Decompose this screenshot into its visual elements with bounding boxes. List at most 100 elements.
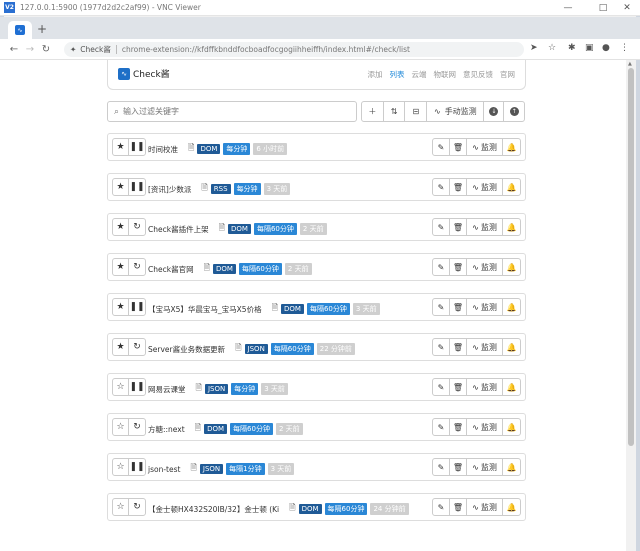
maximize-button[interactable]: □: [592, 0, 614, 16]
item-name[interactable]: Check酱插件上架: [148, 224, 209, 235]
pause-icon[interactable]: ❚❚: [129, 139, 145, 155]
monitor-button[interactable]: ∿ 监测: [467, 339, 503, 355]
monitor-button[interactable]: ∿ 监测: [467, 139, 503, 155]
star-filled-icon[interactable]: ★: [113, 339, 129, 355]
edit-pencil-icon[interactable]: ✎: [433, 299, 450, 315]
star-filled-icon[interactable]: ★: [113, 299, 129, 315]
document-icon[interactable]: 🗎: [272, 302, 278, 316]
minimize-button[interactable]: —: [557, 0, 579, 16]
address-bar[interactable]: ✦ Check酱 chrome-extension://kfdffkbnddfo…: [64, 42, 524, 57]
star-outline-icon[interactable]: ☆: [113, 379, 129, 395]
edit-pencil-icon[interactable]: ✎: [433, 139, 450, 155]
close-button[interactable]: ✕: [616, 0, 638, 16]
trash-icon[interactable]: 🗑: [450, 419, 467, 435]
scrollbar[interactable]: ▲: [626, 60, 636, 551]
trash-icon[interactable]: 🗑: [450, 339, 467, 355]
star-outline-icon[interactable]: ☆: [113, 459, 129, 475]
back-arrow-icon[interactable]: ←: [6, 44, 22, 55]
edit-pencil-icon[interactable]: ✎: [433, 219, 450, 235]
nav-feedback[interactable]: 意见反馈: [463, 69, 493, 80]
item-name[interactable]: 【宝马X5】华晨宝马_宝马X5价格: [148, 304, 262, 315]
send-icon[interactable]: ➤: [530, 43, 538, 53]
sync-icon[interactable]: ↻: [129, 259, 145, 275]
monitor-button[interactable]: ∿ 监测: [467, 459, 503, 475]
trash-icon[interactable]: 🗑: [450, 499, 467, 515]
item-name[interactable]: 网易云课堂: [148, 384, 186, 395]
trash-icon[interactable]: 🗑: [450, 379, 467, 395]
search-input[interactable]: [123, 107, 344, 116]
extensions-icon[interactable]: ✱: [568, 43, 576, 53]
item-name[interactable]: 方糖::next: [148, 424, 185, 435]
sync-icon[interactable]: ↻: [129, 499, 145, 515]
bell-icon[interactable]: 🔔: [503, 179, 520, 195]
edit-pencil-icon[interactable]: ✎: [433, 259, 450, 275]
document-icon[interactable]: 🗎: [219, 222, 225, 236]
bell-icon[interactable]: 🔔: [503, 459, 520, 475]
nav-add[interactable]: 添加: [368, 69, 383, 80]
brand[interactable]: ∿ Check酱: [118, 67, 170, 80]
star-filled-icon[interactable]: ★: [113, 139, 129, 155]
edit-pencil-icon[interactable]: ✎: [433, 419, 450, 435]
bell-icon[interactable]: 🔔: [503, 379, 520, 395]
bell-icon[interactable]: 🔔: [503, 219, 520, 235]
bell-icon[interactable]: 🔔: [503, 339, 520, 355]
nav-cloud[interactable]: 云端: [412, 69, 427, 80]
monitor-button[interactable]: ∿ 监测: [467, 179, 503, 195]
star-filled-icon[interactable]: ★: [113, 219, 129, 235]
bookmark-star-icon[interactable]: ☆: [548, 43, 556, 53]
monitor-button[interactable]: ∿ 监测: [467, 379, 503, 395]
star-outline-icon[interactable]: ☆: [113, 419, 129, 435]
sync-icon[interactable]: ↻: [129, 219, 145, 235]
edit-pencil-icon[interactable]: ✎: [433, 499, 450, 515]
nav-website[interactable]: 官网: [500, 69, 515, 80]
item-name[interactable]: json-test: [148, 465, 180, 474]
menu-kebab-icon[interactable]: ⋮: [620, 43, 629, 53]
scrollbar-thumb[interactable]: [628, 68, 634, 446]
document-icon[interactable]: 🗎: [195, 422, 201, 436]
bell-icon[interactable]: 🔔: [503, 299, 520, 315]
pause-icon[interactable]: ❚❚: [129, 179, 145, 195]
star-outline-icon[interactable]: ☆: [113, 499, 129, 515]
trash-icon[interactable]: 🗑: [450, 459, 467, 475]
trash-icon[interactable]: 🗑: [450, 299, 467, 315]
sort-icon[interactable]: ⇅: [384, 102, 406, 121]
edit-pencil-icon[interactable]: ✎: [433, 379, 450, 395]
pause-icon[interactable]: ❚❚: [129, 379, 145, 395]
trash-icon[interactable]: 🗑: [450, 179, 467, 195]
monitor-button[interactable]: ∿ 监测: [467, 299, 503, 315]
bell-icon[interactable]: 🔔: [503, 139, 520, 155]
edit-pencil-icon[interactable]: ✎: [433, 459, 450, 475]
pause-icon[interactable]: ❚❚: [129, 459, 145, 475]
star-filled-icon[interactable]: ★: [113, 259, 129, 275]
bell-icon[interactable]: 🔔: [503, 259, 520, 275]
item-name[interactable]: 【金士顿HX432S20IB/32】金士顿 (Ki: [148, 504, 279, 515]
document-icon[interactable]: 🗎: [201, 182, 207, 196]
bell-icon[interactable]: 🔔: [503, 499, 520, 515]
scroll-up-arrow-icon[interactable]: ▲: [628, 61, 632, 67]
trash-icon[interactable]: 🗑: [450, 139, 467, 155]
sync-icon[interactable]: ↻: [129, 339, 145, 355]
trash-icon[interactable]: 🗑: [450, 219, 467, 235]
document-icon[interactable]: 🗎: [190, 462, 196, 476]
document-icon[interactable]: 🗎: [235, 342, 241, 356]
bell-icon[interactable]: 🔔: [503, 419, 520, 435]
document-icon[interactable]: 🗎: [204, 262, 210, 276]
pause-icon[interactable]: ❚❚: [129, 299, 145, 315]
manual-monitor-button[interactable]: ∿ 手动监测: [427, 102, 485, 121]
profile-avatar-icon[interactable]: ●: [602, 43, 610, 53]
browser-tab[interactable]: ∿: [8, 21, 32, 39]
sidebar-icon[interactable]: ▣: [585, 43, 594, 53]
trash-icon[interactable]: 🗑: [450, 259, 467, 275]
monitor-button[interactable]: ∿ 监测: [467, 219, 503, 235]
table-view-icon[interactable]: ⊟: [405, 102, 428, 121]
sync-icon[interactable]: ↻: [129, 419, 145, 435]
edit-pencil-icon[interactable]: ✎: [433, 339, 450, 355]
download-icon[interactable]: ↓: [484, 102, 505, 121]
item-name[interactable]: [资讯]少数派: [148, 184, 191, 195]
nav-list[interactable]: 列表: [390, 69, 405, 80]
monitor-button[interactable]: ∿ 监测: [467, 419, 503, 435]
document-icon[interactable]: 🗎: [196, 382, 202, 396]
document-icon[interactable]: 🗎: [289, 502, 295, 516]
document-icon[interactable]: 🗎: [188, 142, 194, 156]
item-name[interactable]: 时间校准: [148, 144, 178, 155]
